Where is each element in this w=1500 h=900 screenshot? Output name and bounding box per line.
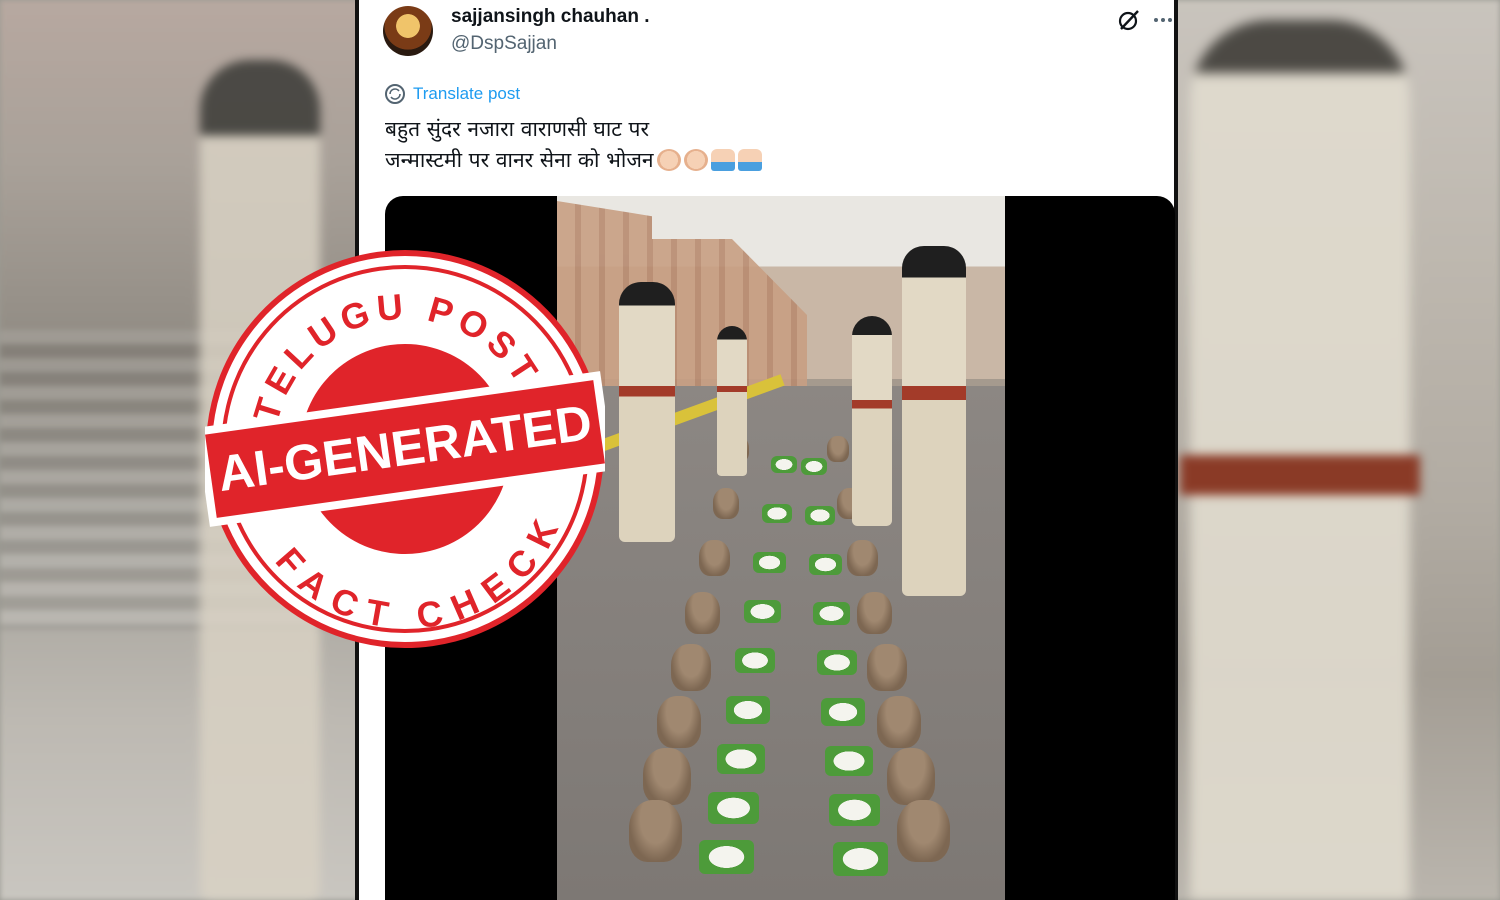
monkey (643, 748, 692, 806)
food-leaf (735, 648, 776, 674)
more-options-icon[interactable] (1151, 8, 1175, 38)
tweet-text-line-2: जन्मास्टमी पर वानर सेना को भोजन (385, 148, 654, 172)
clapping-hands-icon (683, 149, 708, 171)
user-handle[interactable]: @DspSajjan (451, 33, 557, 55)
food-leaf (708, 792, 760, 824)
tweet-text: बहुत सुंदर नजारा वाराणसी घाट पर जन्मास्ट… (385, 114, 762, 176)
food-leaf (753, 552, 787, 574)
monkey (713, 488, 740, 520)
police-officer (852, 316, 892, 526)
food-leaf (771, 456, 797, 473)
display-name[interactable]: sajjansingh chauhan . (451, 6, 650, 28)
grok-icon[interactable] (1117, 8, 1141, 38)
monkey (685, 592, 721, 634)
food-leaf (744, 600, 781, 624)
food-leaf (699, 840, 754, 875)
belt-blur (1180, 455, 1420, 495)
food-leaf (825, 746, 873, 776)
monkey (827, 436, 849, 462)
monkey (897, 800, 950, 863)
police-officer (902, 246, 966, 596)
food-leaf (833, 842, 888, 877)
food-leaf (805, 506, 835, 525)
monkey (657, 696, 701, 748)
monkey (857, 592, 893, 634)
monkeys-feeding-photo[interactable] (557, 196, 1005, 900)
monkey (877, 696, 921, 748)
monkey (887, 748, 936, 806)
monkey (847, 540, 878, 577)
clapping-hands-icon (656, 149, 681, 171)
food-leaf (717, 744, 765, 774)
food-leaf (809, 554, 843, 576)
food-leaf (762, 504, 792, 523)
food-leaf (813, 602, 850, 626)
police-officer (717, 326, 747, 476)
food-leaf (801, 458, 827, 475)
food-leaf (726, 696, 770, 724)
monkey (699, 540, 730, 577)
background-right-panel (1170, 0, 1500, 900)
translate-post-link[interactable]: Translate post (413, 84, 520, 104)
avatar[interactable] (383, 6, 433, 56)
translate-icon (385, 84, 405, 104)
tweet-text-line-1: बहुत सुंदर नजारा वाराणसी घाट पर (385, 117, 650, 141)
food-leaf (821, 698, 865, 726)
monkey (867, 644, 907, 691)
folded-hands-icon (710, 149, 735, 171)
food-leaf (817, 650, 858, 676)
fact-check-stamp: TELUGU POST FACT CHECK AI-GENERATED (205, 250, 605, 649)
food-leaf (829, 794, 881, 826)
monkey (629, 800, 682, 863)
folded-hands-icon (737, 149, 762, 171)
police-officer (619, 282, 675, 542)
monkey (671, 644, 711, 691)
translate-post[interactable]: Translate post (385, 84, 520, 104)
